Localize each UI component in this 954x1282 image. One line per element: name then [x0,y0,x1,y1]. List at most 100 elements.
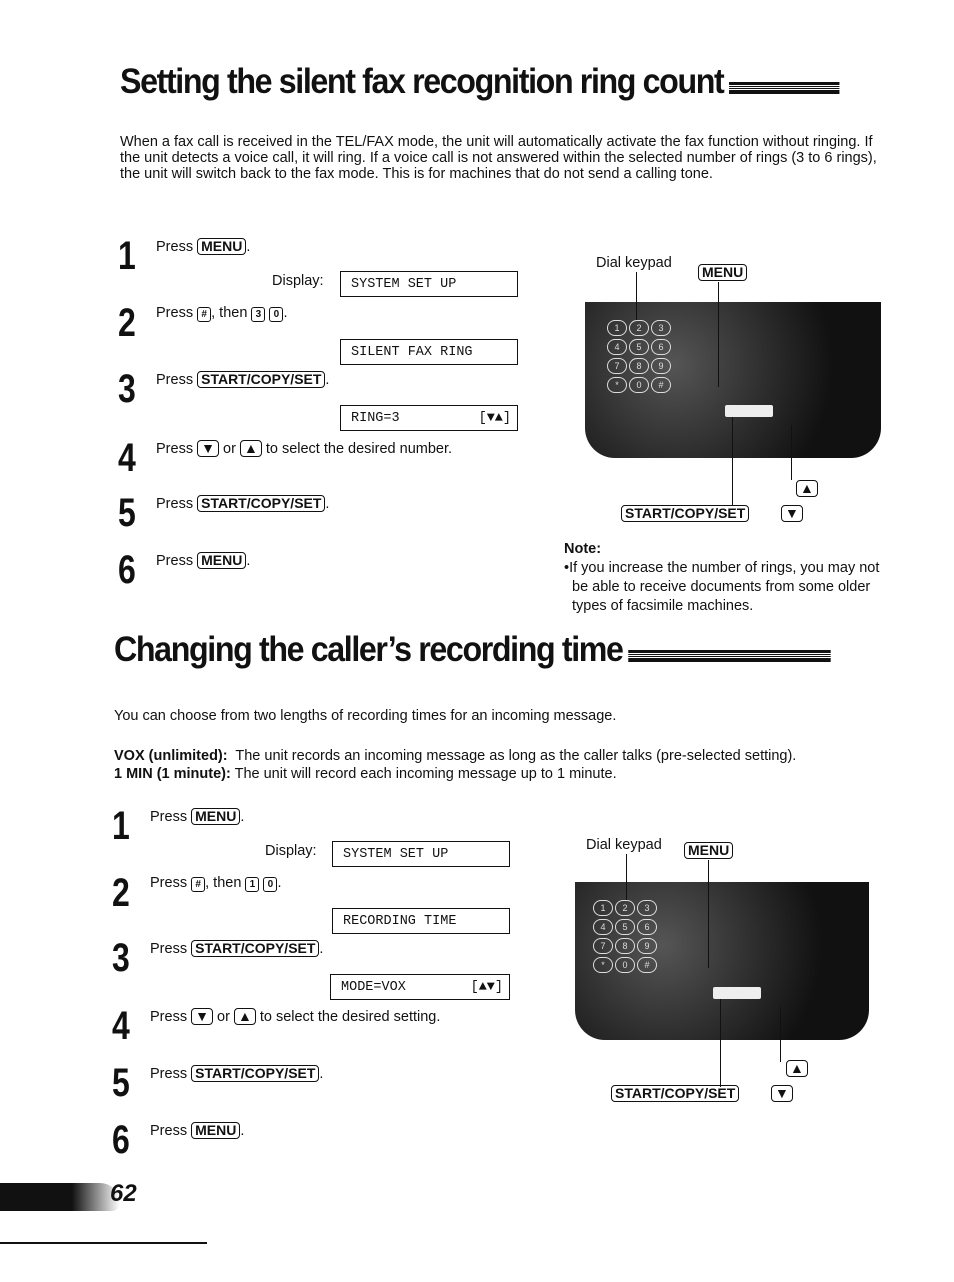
step-text: , then [205,875,242,891]
step-2: 2 Press #, then 1 0. [112,871,281,915]
option-text: The unit will record each incoming messa… [234,766,617,782]
display-label: Display: [265,843,317,859]
lcd-display: RECORDING TIME [332,908,510,934]
keypad-key: 9 [637,938,657,954]
fax-diagram: Dial keypad MENU 1 2 3 4 5 6 7 8 9 * 0 # START/COPY… [575,832,875,1112]
option-text: The unit records an incoming message as … [235,748,797,764]
step-text: Press [150,1009,188,1025]
step-text: , then [211,305,248,321]
intro-paragraph: You can choose from two lengths of recor… [114,708,617,724]
step-number: 1 [112,804,130,848]
dial-keypad-label: Dial keypad [596,255,672,271]
step-text: . [325,372,330,388]
start-copy-set-key: START/COPY/SET [191,1065,320,1082]
intro-paragraph: When a fax call is received in the TEL/F… [120,134,877,182]
digit-key: 0 [263,877,278,892]
step-4: 4 Press ▼ or ▲ to select the desired sett… [112,1004,440,1048]
digit-key: 1 [245,877,260,892]
menu-key: MENU [191,808,241,825]
manual-page: Setting the silent fax recognition ring … [0,0,954,1282]
menu-key-label: MENU [684,842,734,859]
down-key-label: ▼ [781,505,803,522]
display-label: Display: [272,273,324,289]
note-heading: Note: [564,541,602,557]
page-number: 62 [110,1180,137,1207]
keypad-key: 2 [629,320,649,336]
start-copy-set-key-label: START/COPY/SET [621,505,750,522]
step-text: Press [156,305,194,321]
dial-keypad-label: Dial keypad [586,837,662,853]
step-6: 6 Press MENU. [118,550,250,590]
start-copy-set-key: START/COPY/SET [197,495,326,512]
title-text: Changing the caller’s recording time [114,630,624,669]
step-text: to select the desired number. [265,441,453,457]
step-text: . [325,496,330,512]
keypad-key: # [637,957,657,973]
keypad-key: 0 [629,377,649,393]
display-arrows: [▲▼] [470,980,503,995]
step-text: . [240,1123,245,1139]
keypad-key: 8 [615,938,635,954]
keypad-key: 2 [615,900,635,916]
step-1: 1 Press MENU. [112,804,244,848]
step-number: 1 [118,234,136,278]
keypad-key: * [607,377,627,393]
keypad-key: 6 [637,919,657,935]
step-text: Press [156,496,194,512]
keypad-key: 0 [615,957,635,973]
keypad-key: 6 [651,339,671,355]
step-text: Press [150,1123,188,1139]
lcd-display: SYSTEM SET UP [332,841,510,867]
down-key-label: ▼ [771,1085,793,1102]
step-number: 3 [112,936,130,980]
step-text: Press [150,809,188,825]
title-rule [728,82,840,94]
hash-key: # [197,307,212,322]
menu-key: MENU [191,1122,241,1139]
keypad-key: * [593,957,613,973]
lcd-display: SYSTEM SET UP [340,271,518,297]
step-5: 5 Press START/COPY/SET. [118,493,330,533]
option-label: 1 MIN (1 minute): [114,766,231,782]
lcd-display: RING=3 [▼▲] [340,405,518,431]
step-text: Press [156,372,194,388]
step-number: 2 [118,301,136,345]
step-text: Press [156,441,194,457]
keypad-key: 8 [629,358,649,374]
keypad-key: 4 [607,339,627,355]
step-text: or [217,1009,230,1025]
step-text: Press [150,875,188,891]
step-number: 4 [112,1004,130,1048]
keypad-key: 4 [593,919,613,935]
display-text: SYSTEM SET UP [343,847,449,862]
keypad-key: 5 [615,919,635,935]
step-number: 4 [118,436,136,480]
step-text: Press [156,239,194,255]
option-1min: 1 MIN (1 minute): The unit will record e… [114,766,894,782]
display-text: SILENT FAX RING [351,345,473,360]
hash-key: # [191,877,206,892]
footer-rule [0,1242,207,1244]
step-text: Press [150,1066,188,1082]
keypad-key: 1 [593,900,613,916]
digit-key: 0 [269,307,284,322]
step-text: . [319,1066,324,1082]
keypad-key: 3 [637,900,657,916]
start-copy-set-key: START/COPY/SET [191,940,320,957]
step-1: 1 Press MENU. [118,234,251,278]
digit-key: 3 [251,307,266,322]
step-text: Press [150,941,188,957]
note: Note: •If you increase the number of ring… [564,540,894,616]
dial-keypad-illustration: 1 2 3 4 5 6 7 8 9 * 0 # [607,320,671,393]
menu-key-label: MENU [698,264,748,281]
display-text: MODE=VOX [341,980,406,995]
keypad-key: 1 [607,320,627,336]
keypad-key: 9 [651,358,671,374]
up-key: ▲ [239,440,262,457]
step-number: 2 [112,871,130,915]
menu-key: MENU [197,238,247,255]
dial-keypad-illustration: 1 2 3 4 5 6 7 8 9 * 0 # [593,900,657,973]
step-3: 3 Press START/COPY/SET. [118,369,330,409]
up-key: ▲ [233,1008,256,1025]
step-text: . [246,239,251,255]
